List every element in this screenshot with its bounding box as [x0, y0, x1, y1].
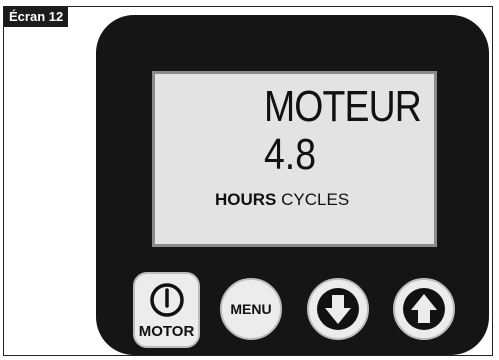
power-icon: [149, 283, 184, 317]
arrow-up-icon: [403, 288, 445, 330]
lcd-display: MOTEUR 4.8 HOURS CYCLES: [152, 71, 437, 247]
motor-button-label: MOTOR: [138, 323, 195, 340]
display-title: MOTEUR: [264, 82, 422, 131]
control-panel: MOTEUR 4.8 HOURS CYCLES MOTOR MENU: [96, 15, 489, 355]
units-hours: HOURS: [215, 190, 277, 209]
menu-button[interactable]: MENU: [220, 278, 282, 340]
menu-button-label: MENU: [230, 301, 272, 317]
display-units: HOURS CYCLES: [215, 190, 349, 210]
display-value: 4.8: [264, 130, 316, 179]
units-cycles: CYCLES: [281, 190, 350, 209]
down-button[interactable]: [307, 278, 369, 340]
arrow-down-icon: [317, 288, 359, 330]
up-button[interactable]: [393, 278, 455, 340]
motor-button[interactable]: MOTOR: [133, 272, 200, 348]
figure-frame: Écran 12 MOTEUR 4.8 HOURS CYCLES MOTOR M…: [3, 6, 493, 356]
screen-label: Écran 12: [4, 7, 69, 27]
